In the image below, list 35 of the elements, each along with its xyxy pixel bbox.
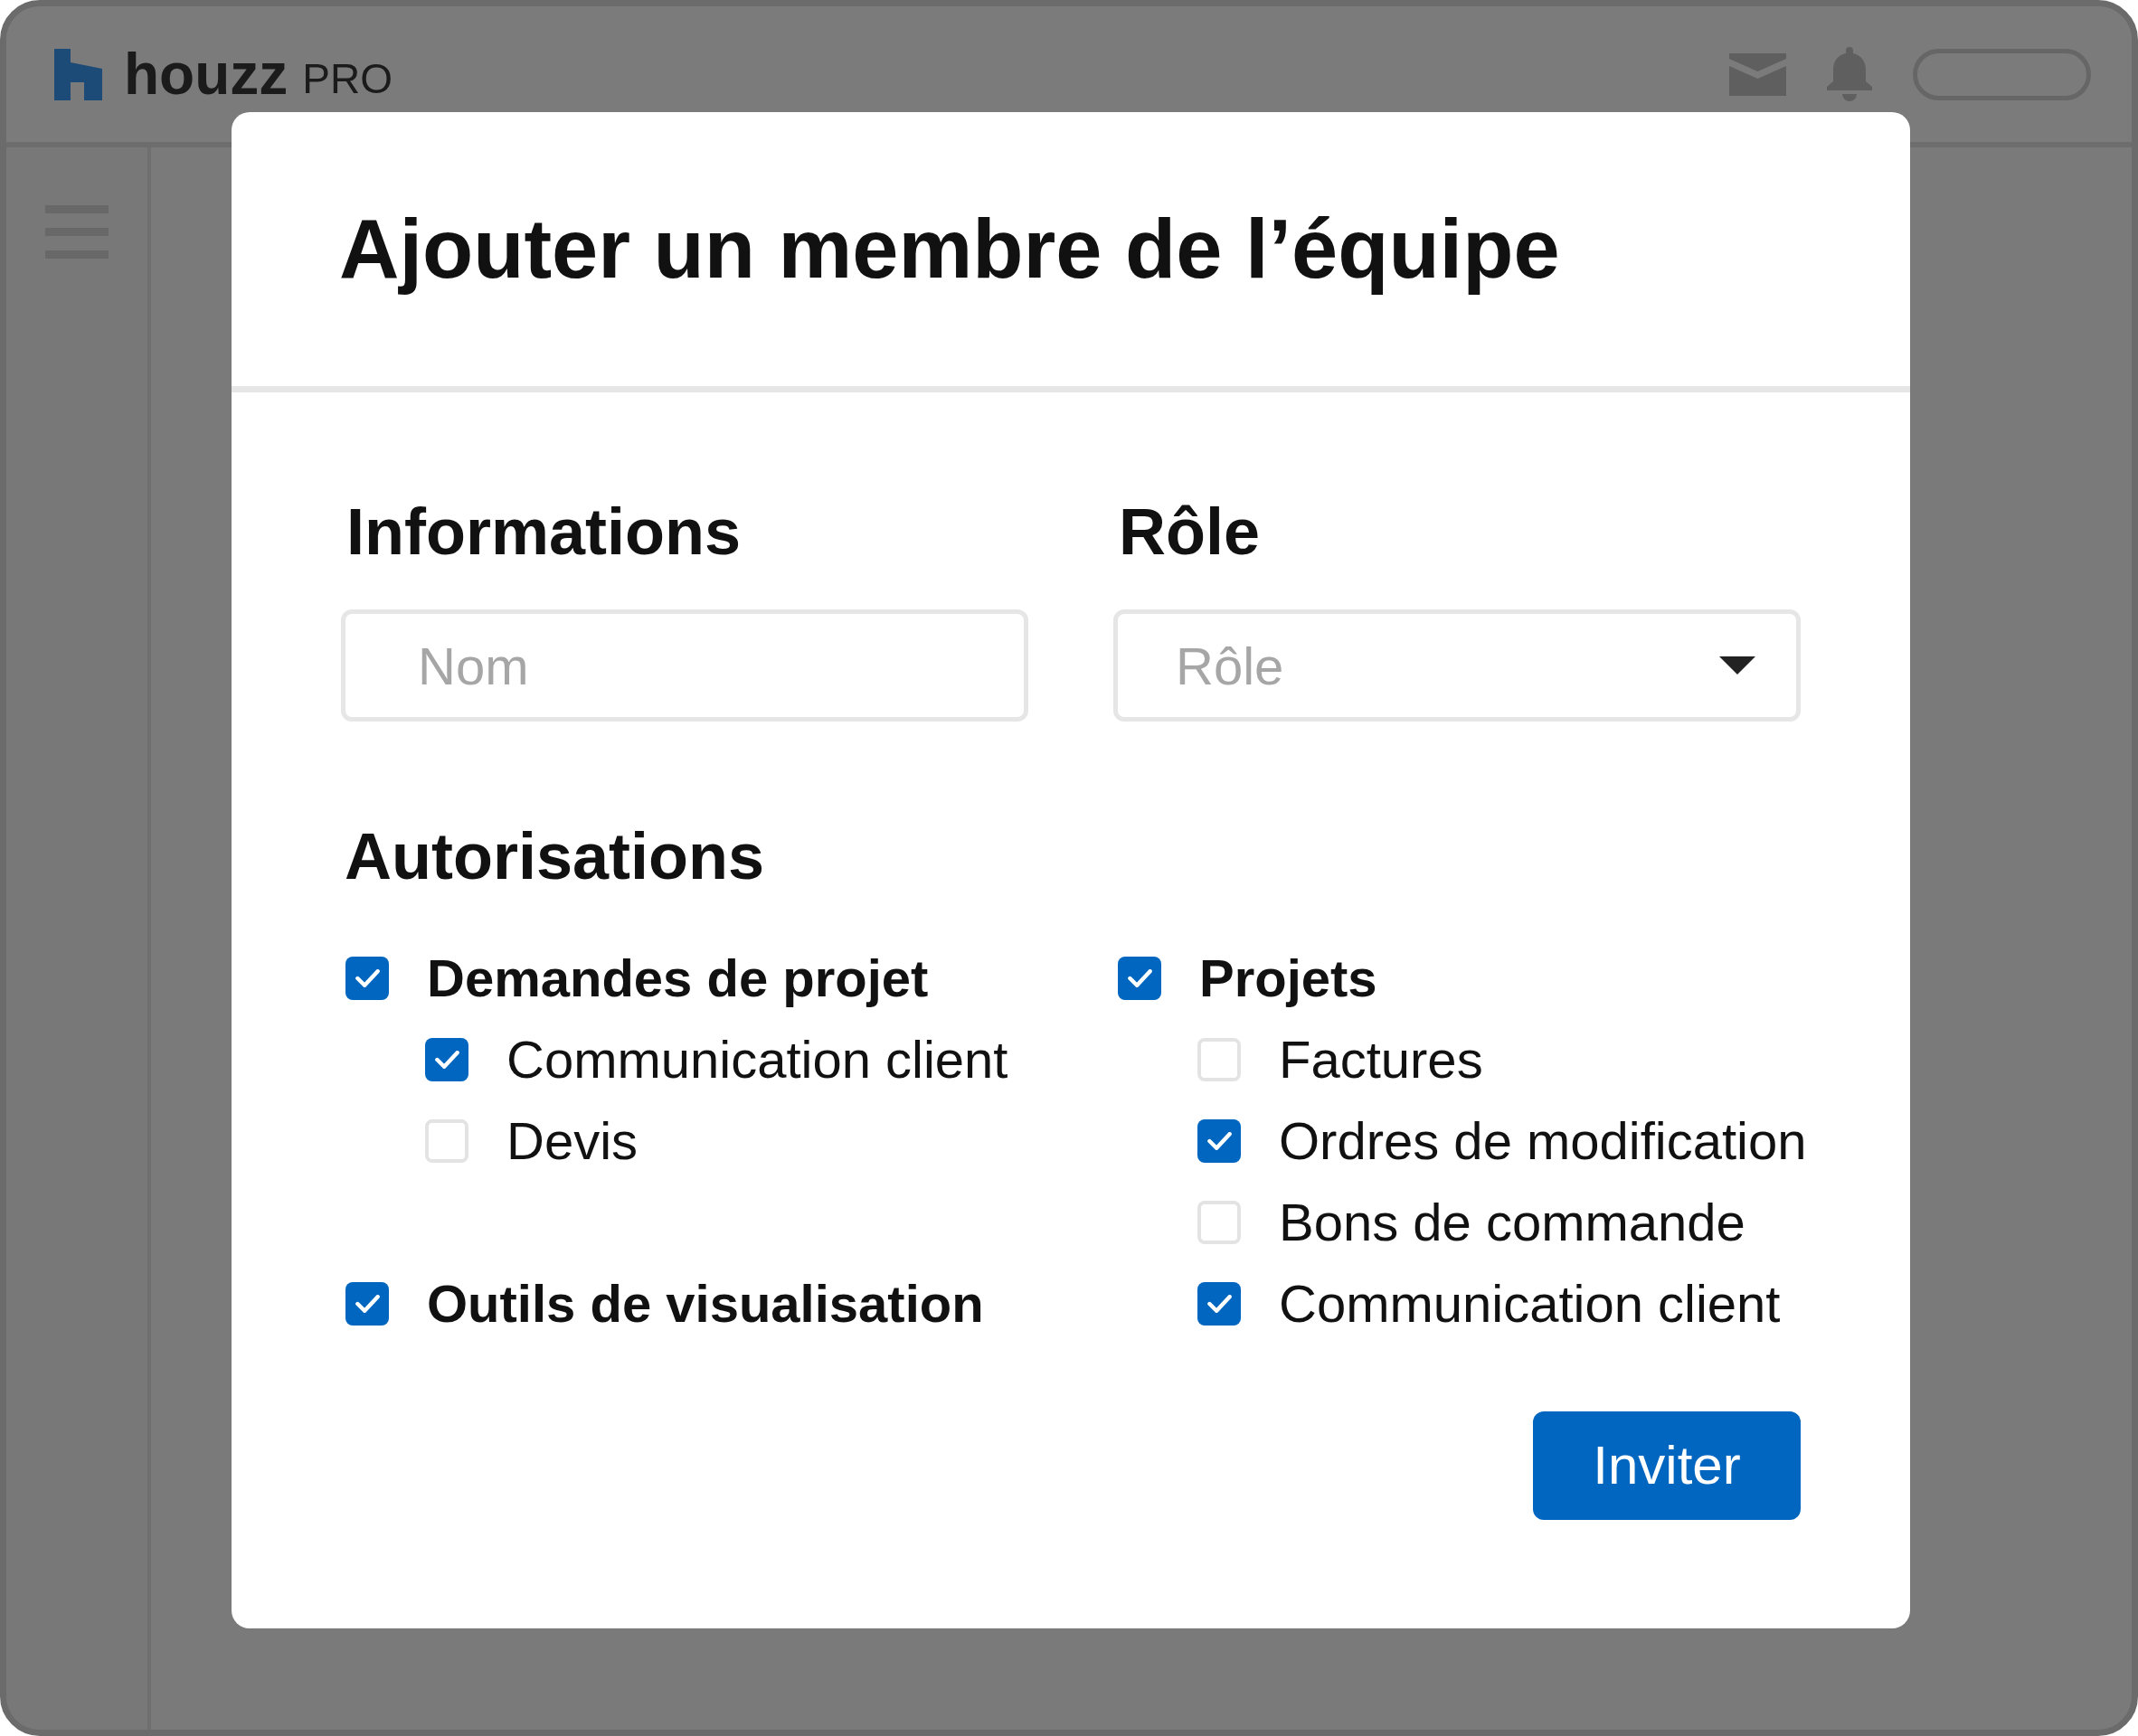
checkbox[interactable] — [1197, 1118, 1241, 1163]
permission-label: Devis — [506, 1110, 639, 1172]
logo-icon — [54, 48, 102, 100]
brand-name: houzz — [124, 45, 289, 103]
permission-label: Communication client — [506, 1029, 1008, 1090]
mail-icon[interactable] — [1729, 52, 1786, 96]
check-icon — [355, 1294, 380, 1313]
permission-label: Outils de visualisation — [427, 1273, 984, 1335]
checkbox[interactable] — [345, 956, 389, 1000]
section-heading: Informations — [345, 495, 742, 570]
checkbox[interactable] — [1197, 1281, 1241, 1326]
product-name: PRO — [302, 58, 393, 99]
permission-label: Projets — [1199, 948, 1377, 1009]
name-input[interactable]: Nom — [341, 609, 1028, 722]
check-icon — [1127, 968, 1152, 987]
permission-label: Demandes de projet — [427, 948, 929, 1009]
permission-label: Ordres de modification — [1279, 1110, 1807, 1172]
caret-icon — [1719, 656, 1755, 675]
check-icon — [1206, 1131, 1232, 1150]
check-icon — [434, 1050, 459, 1069]
dialog-title: Ajouter un membre de l’équipe — [339, 201, 1560, 297]
permission-label: Communication client — [1279, 1273, 1781, 1335]
section-heading: Autorisations — [344, 819, 766, 895]
checkbox[interactable] — [1197, 1037, 1241, 1081]
checkbox[interactable] — [425, 1118, 468, 1163]
check-icon — [355, 968, 380, 987]
checkbox[interactable] — [345, 1281, 389, 1326]
permission-label: Bons de commande — [1279, 1192, 1745, 1253]
invite-button[interactable]: Inviter — [1533, 1410, 1801, 1520]
checkbox[interactable] — [1197, 1200, 1241, 1244]
permission-label: Factures — [1279, 1029, 1483, 1090]
checkbox[interactable] — [425, 1037, 468, 1081]
checkbox[interactable] — [1118, 956, 1161, 1000]
section-heading: Rôle — [1118, 495, 1262, 570]
check-icon — [1206, 1294, 1232, 1313]
